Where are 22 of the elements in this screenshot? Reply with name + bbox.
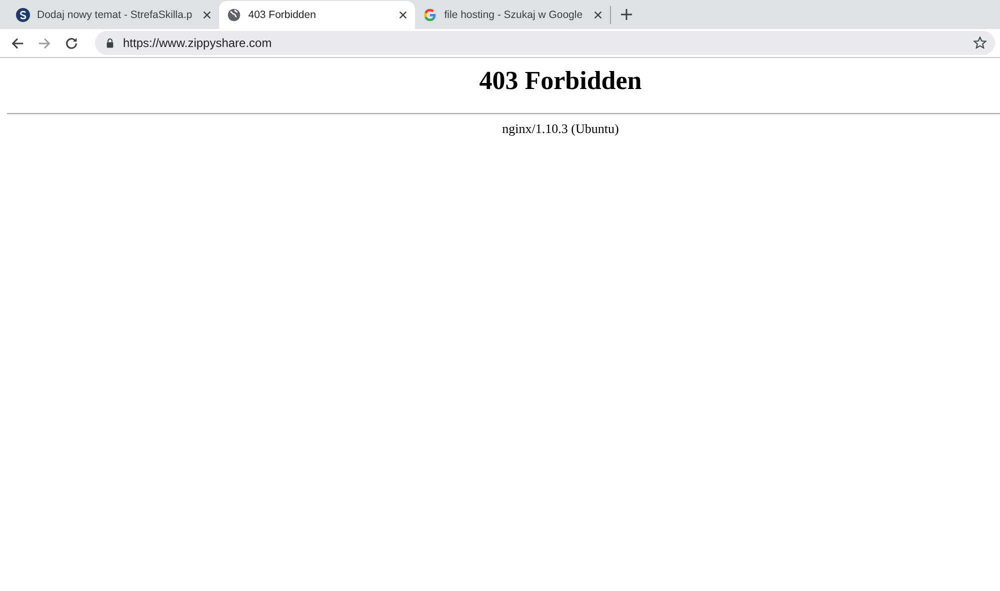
google-g-icon	[423, 8, 438, 22]
new-tab-icon[interactable]	[620, 9, 632, 20]
browser-tab[interactable]: Dodaj nowy temat - StrefaSkilla.p	[8, 1, 220, 29]
s-logo-icon	[16, 8, 30, 22]
star-icon[interactable]	[973, 36, 987, 50]
browser-tab[interactable]: 403 Forbidden	[219, 1, 416, 29]
tab-title: 403 Forbidden	[248, 9, 317, 21]
close-icon[interactable]	[203, 11, 212, 19]
tab-title: file hosting - Szukaj w Google	[444, 9, 583, 21]
reload-icon[interactable]	[64, 36, 79, 50]
close-icon[interactable]	[594, 11, 602, 19]
url-text: https://www.zippyshare.com	[123, 36, 273, 50]
tab-title: Dodaj nowy temat - StrefaSkilla.p	[37, 9, 192, 21]
address-bar[interactable]: https://www.zippyshare.com	[95, 31, 995, 55]
server-info: nginx/1.10.3 (Ubuntu)	[501, 121, 620, 137]
close-icon[interactable]	[399, 11, 408, 19]
lock-icon	[106, 38, 114, 48]
forward-arrow-icon[interactable]	[37, 36, 52, 50]
back-arrow-icon[interactable]	[10, 36, 25, 50]
browser-tab[interactable]: file hosting - Szukaj w Google	[415, 1, 610, 29]
page-heading: 403 Forbidden	[478, 66, 643, 96]
globe-icon	[227, 8, 242, 22]
